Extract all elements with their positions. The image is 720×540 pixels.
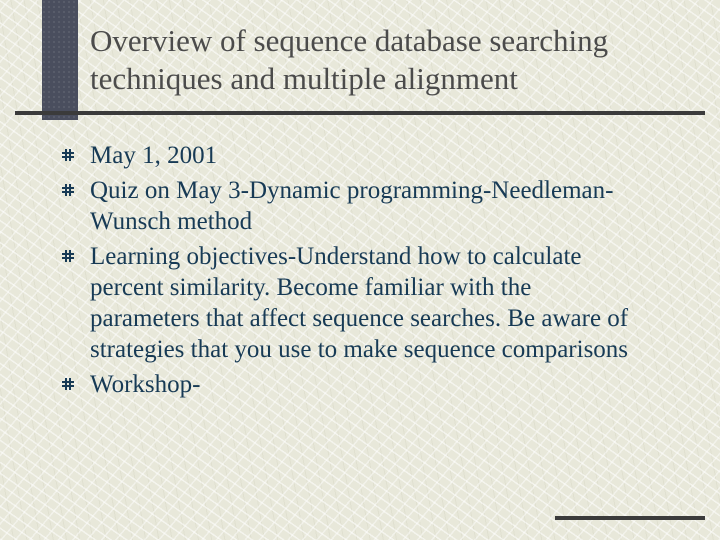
slide-title: Overview of sequence database searching … (90, 22, 660, 98)
list-item: Learning objectives-Understand how to ca… (60, 241, 630, 365)
divider-bottom (555, 516, 705, 520)
bullet-icon (60, 182, 76, 198)
list-item: Quiz on May 3-Dynamic programming-Needle… (60, 175, 630, 237)
bullet-icon (60, 376, 76, 392)
list-item: May 1, 2001 (60, 140, 630, 171)
list-item-text: Quiz on May 3-Dynamic programming-Needle… (90, 175, 630, 237)
accent-block (42, 0, 78, 120)
list-item-text: May 1, 2001 (90, 140, 630, 171)
list-item-text: Workshop- (90, 369, 630, 400)
bullet-icon (60, 147, 76, 163)
bullet-icon (60, 248, 76, 264)
list-item-text: Learning objectives-Understand how to ca… (90, 241, 630, 365)
divider-main (15, 111, 705, 115)
slide: Overview of sequence database searching … (0, 0, 720, 540)
body-content: May 1, 2001 Quiz on May 3-Dynamic progra… (60, 140, 630, 404)
list-item: Workshop- (60, 369, 630, 400)
